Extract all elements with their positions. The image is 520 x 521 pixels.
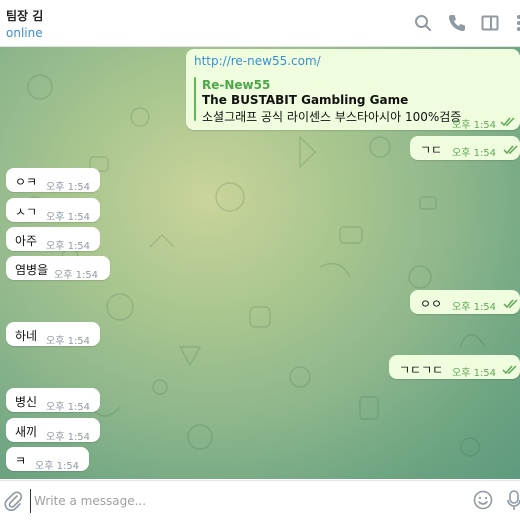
message-incoming[interactable]: 아주 오후 1:54 [6,227,100,252]
chat-header: 팀장 김 online [0,0,520,47]
search-icon[interactable] [412,12,434,34]
message-input[interactable] [30,489,466,513]
message-incoming[interactable]: 염병을 오후 1:54 [6,256,110,281]
message-time: 오후 1:54 [46,241,91,252]
message-link-preview[interactable]: http://re-new55.com/ Re-New55 The BUSTAB… [186,49,520,131]
chat-area[interactable]: http://re-new55.com/ Re-New55 The BUSTAB… [0,47,520,479]
double-check-icon [503,299,518,309]
composer-bar [0,480,520,521]
message-text: 하네 [15,329,38,343]
message-text: ㄱㄷ [420,143,443,157]
message-time: 오후 1:54 [54,270,99,281]
message-incoming[interactable]: 새끼 오후 1:54 [6,418,100,443]
message-incoming[interactable]: 병신 오후 1:54 [6,388,100,413]
message-outgoing[interactable]: ㅇㅇ 오후 1:54 [410,290,520,314]
message-time: 오후 1:54 [452,120,497,131]
phone-icon[interactable] [446,12,468,34]
more-vertical-icon[interactable] [508,12,520,34]
message-incoming[interactable]: ㅅㄱ 오후 1:54 [6,198,100,223]
message-outgoing[interactable]: ㄱㄷ 오후 1:54 [410,136,520,160]
message-text: 새끼 [15,425,38,439]
link-preview-description: 소셜그래프 공식 라이센스 부스타아시아 100%검증 [202,110,462,124]
message-incoming[interactable]: 하네 오후 1:54 [6,322,100,347]
double-check-icon [503,145,518,155]
message-time: 오후 1:54 [35,461,80,472]
message-time: 오후 1:54 [46,336,91,347]
message-time: 오후 1:54 [452,148,497,159]
message-text: 병신 [15,395,38,409]
link-preview-title: The BUSTABIT Gambling Game [202,93,409,107]
message-incoming[interactable]: ㅋ 오후 1:54 [6,447,89,472]
link-preview-site-name: Re-New55 [202,78,271,92]
double-check-icon [502,365,517,375]
paperclip-icon[interactable] [3,490,23,512]
sidebar-toggle-icon[interactable] [479,12,501,34]
link-preview-accent-bar [194,77,196,121]
message-text: ㅇㅇ [420,297,443,311]
double-check-icon [500,117,515,127]
message-text: ㅅㄱ [15,205,38,219]
message-text: ㅋ [15,454,27,468]
smiley-icon[interactable] [472,489,494,511]
message-incoming[interactable]: ㅇㅋ 오후 1:54 [6,168,100,193]
message-time: 오후 1:54 [452,368,497,379]
message-text: 아주 [15,234,38,248]
message-link-url[interactable]: http://re-new55.com/ [194,54,321,68]
message-text: 염병을 [15,263,49,277]
message-text: ㄱㄷㄱㄷ [399,363,444,377]
message-time: 오후 1:54 [46,432,91,443]
message-time: 오후 1:54 [46,402,91,413]
chat-title[interactable]: 팀장 김 [6,7,43,24]
message-time: 오후 1:54 [452,302,497,313]
chat-status: online [6,26,43,40]
microphone-icon[interactable] [505,489,520,511]
message-time: 오후 1:54 [46,212,91,223]
message-text: ㅇㅋ [15,175,38,189]
message-outgoing[interactable]: ㄱㄷㄱㄷ 오후 1:54 [389,355,520,379]
message-time: 오후 1:54 [46,182,91,193]
